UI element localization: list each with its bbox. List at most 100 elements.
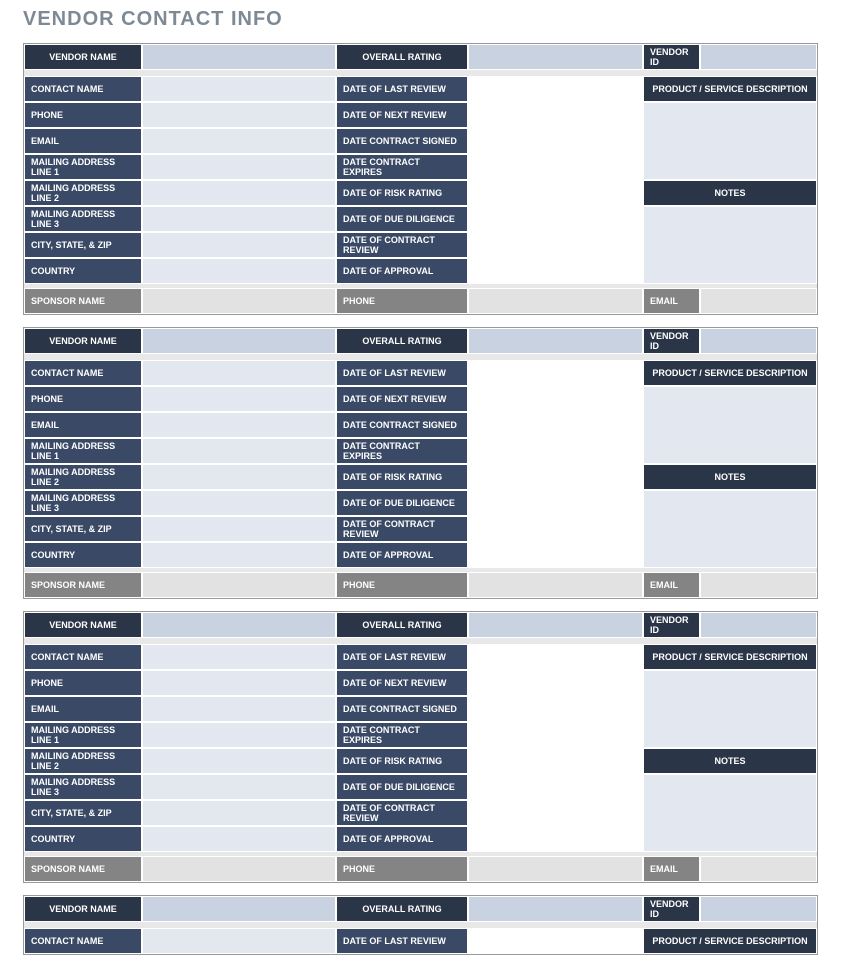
- mailing2-label: MAILING ADDRESS LINE 2: [24, 464, 142, 490]
- mailing1-input[interactable]: [142, 722, 336, 748]
- mailing2-input[interactable]: [142, 464, 336, 490]
- date-contract-expires-input[interactable]: [468, 154, 643, 180]
- date-next-review-input[interactable]: [468, 386, 643, 412]
- date-approval-input[interactable]: [468, 258, 643, 284]
- sponsor-phone-label: PHONE: [336, 856, 468, 882]
- country-label: COUNTRY: [24, 542, 142, 568]
- date-risk-rating-input[interactable]: [468, 180, 643, 206]
- sponsor-name-input[interactable]: [142, 288, 336, 314]
- date-contract-signed-input[interactable]: [468, 696, 643, 722]
- date-due-diligence-label: DATE OF DUE DILIGENCE: [336, 774, 468, 800]
- sponsor-name-label: SPONSOR NAME: [24, 288, 142, 314]
- overall-rating-input[interactable]: [468, 612, 643, 638]
- date-due-diligence-input[interactable]: [468, 206, 643, 232]
- phone-label: PHONE: [24, 102, 142, 128]
- notes-input[interactable]: [643, 206, 817, 284]
- vendor-name-input[interactable]: [142, 328, 336, 354]
- date-contract-review-input[interactable]: [468, 232, 643, 258]
- date-risk-rating-input[interactable]: [468, 464, 643, 490]
- date-last-review-input[interactable]: [468, 928, 643, 954]
- mailing3-input[interactable]: [142, 774, 336, 800]
- date-last-review-input[interactable]: [468, 360, 643, 386]
- date-contract-review-input[interactable]: [468, 516, 643, 542]
- date-contract-review-label: DATE OF CONTRACT REVIEW: [336, 800, 468, 826]
- city-state-zip-input[interactable]: [142, 232, 336, 258]
- date-last-review-input[interactable]: [468, 644, 643, 670]
- phone-input[interactable]: [142, 102, 336, 128]
- product-description-input[interactable]: [643, 102, 817, 180]
- country-input[interactable]: [142, 542, 336, 568]
- phone-input[interactable]: [142, 670, 336, 696]
- contact-name-input[interactable]: [142, 644, 336, 670]
- vendor-block: VENDOR NAME OVERALL RATING VENDOR ID CON…: [23, 327, 818, 599]
- date-contract-expires-label: DATE CONTRACT EXPIRES: [336, 154, 468, 180]
- vendor-name-input[interactable]: [142, 612, 336, 638]
- date-last-review-input[interactable]: [468, 76, 643, 102]
- date-next-review-input[interactable]: [468, 102, 643, 128]
- vendor-id-input[interactable]: [700, 328, 817, 354]
- sponsor-phone-input[interactable]: [468, 856, 643, 882]
- mailing2-input[interactable]: [142, 748, 336, 774]
- vendor-name-input[interactable]: [142, 44, 336, 70]
- product-description-input[interactable]: [643, 670, 817, 748]
- date-due-diligence-label: DATE OF DUE DILIGENCE: [336, 490, 468, 516]
- notes-input[interactable]: [643, 774, 817, 852]
- vendor-block: VENDOR NAME OVERALL RATING VENDOR ID CON…: [23, 895, 818, 955]
- date-contract-signed-label: DATE CONTRACT SIGNED: [336, 128, 468, 154]
- sponsor-phone-input[interactable]: [468, 288, 643, 314]
- phone-input[interactable]: [142, 386, 336, 412]
- sponsor-email-input[interactable]: [700, 572, 817, 598]
- email-input[interactable]: [142, 412, 336, 438]
- contact-name-input[interactable]: [142, 360, 336, 386]
- mailing2-input[interactable]: [142, 180, 336, 206]
- mailing3-input[interactable]: [142, 206, 336, 232]
- country-input[interactable]: [142, 258, 336, 284]
- email-input[interactable]: [142, 128, 336, 154]
- date-next-review-input[interactable]: [468, 670, 643, 696]
- overall-rating-label: OVERALL RATING: [336, 44, 468, 70]
- product-description-label: PRODUCT / SERVICE DESCRIPTION: [643, 76, 817, 102]
- sponsor-phone-input[interactable]: [468, 572, 643, 598]
- sponsor-email-input[interactable]: [700, 856, 817, 882]
- vendor-name-input[interactable]: [142, 896, 336, 922]
- vendor-id-input[interactable]: [700, 896, 817, 922]
- overall-rating-input[interactable]: [468, 44, 643, 70]
- city-state-zip-label: CITY, STATE, & ZIP: [24, 232, 142, 258]
- date-due-diligence-input[interactable]: [468, 490, 643, 516]
- overall-rating-input[interactable]: [468, 896, 643, 922]
- vendor-id-label: VENDOR ID: [643, 612, 700, 638]
- sponsor-email-input[interactable]: [700, 288, 817, 314]
- email-label: EMAIL: [24, 128, 142, 154]
- date-next-review-label: DATE OF NEXT REVIEW: [336, 670, 468, 696]
- vendor-id-input[interactable]: [700, 612, 817, 638]
- contact-name-input[interactable]: [142, 76, 336, 102]
- date-contract-expires-input[interactable]: [468, 722, 643, 748]
- mailing3-input[interactable]: [142, 490, 336, 516]
- overall-rating-input[interactable]: [468, 328, 643, 354]
- product-description-input[interactable]: [643, 386, 817, 464]
- date-contract-review-input[interactable]: [468, 800, 643, 826]
- date-approval-input[interactable]: [468, 826, 643, 852]
- email-input[interactable]: [142, 696, 336, 722]
- sponsor-name-input[interactable]: [142, 572, 336, 598]
- contact-name-input[interactable]: [142, 928, 336, 954]
- mailing1-input[interactable]: [142, 154, 336, 180]
- date-contract-expires-input[interactable]: [468, 438, 643, 464]
- sponsor-name-input[interactable]: [142, 856, 336, 882]
- city-state-zip-input[interactable]: [142, 800, 336, 826]
- date-contract-signed-input[interactable]: [468, 128, 643, 154]
- date-approval-label: DATE OF APPROVAL: [336, 542, 468, 568]
- date-approval-label: DATE OF APPROVAL: [336, 826, 468, 852]
- overall-rating-label: OVERALL RATING: [336, 896, 468, 922]
- date-approval-input[interactable]: [468, 542, 643, 568]
- notes-input[interactable]: [643, 490, 817, 568]
- date-due-diligence-input[interactable]: [468, 774, 643, 800]
- mailing2-label: MAILING ADDRESS LINE 2: [24, 748, 142, 774]
- date-risk-rating-input[interactable]: [468, 748, 643, 774]
- city-state-zip-input[interactable]: [142, 516, 336, 542]
- vendor-id-input[interactable]: [700, 44, 817, 70]
- country-input[interactable]: [142, 826, 336, 852]
- mailing1-input[interactable]: [142, 438, 336, 464]
- contact-name-label: CONTACT NAME: [24, 928, 142, 954]
- date-contract-signed-input[interactable]: [468, 412, 643, 438]
